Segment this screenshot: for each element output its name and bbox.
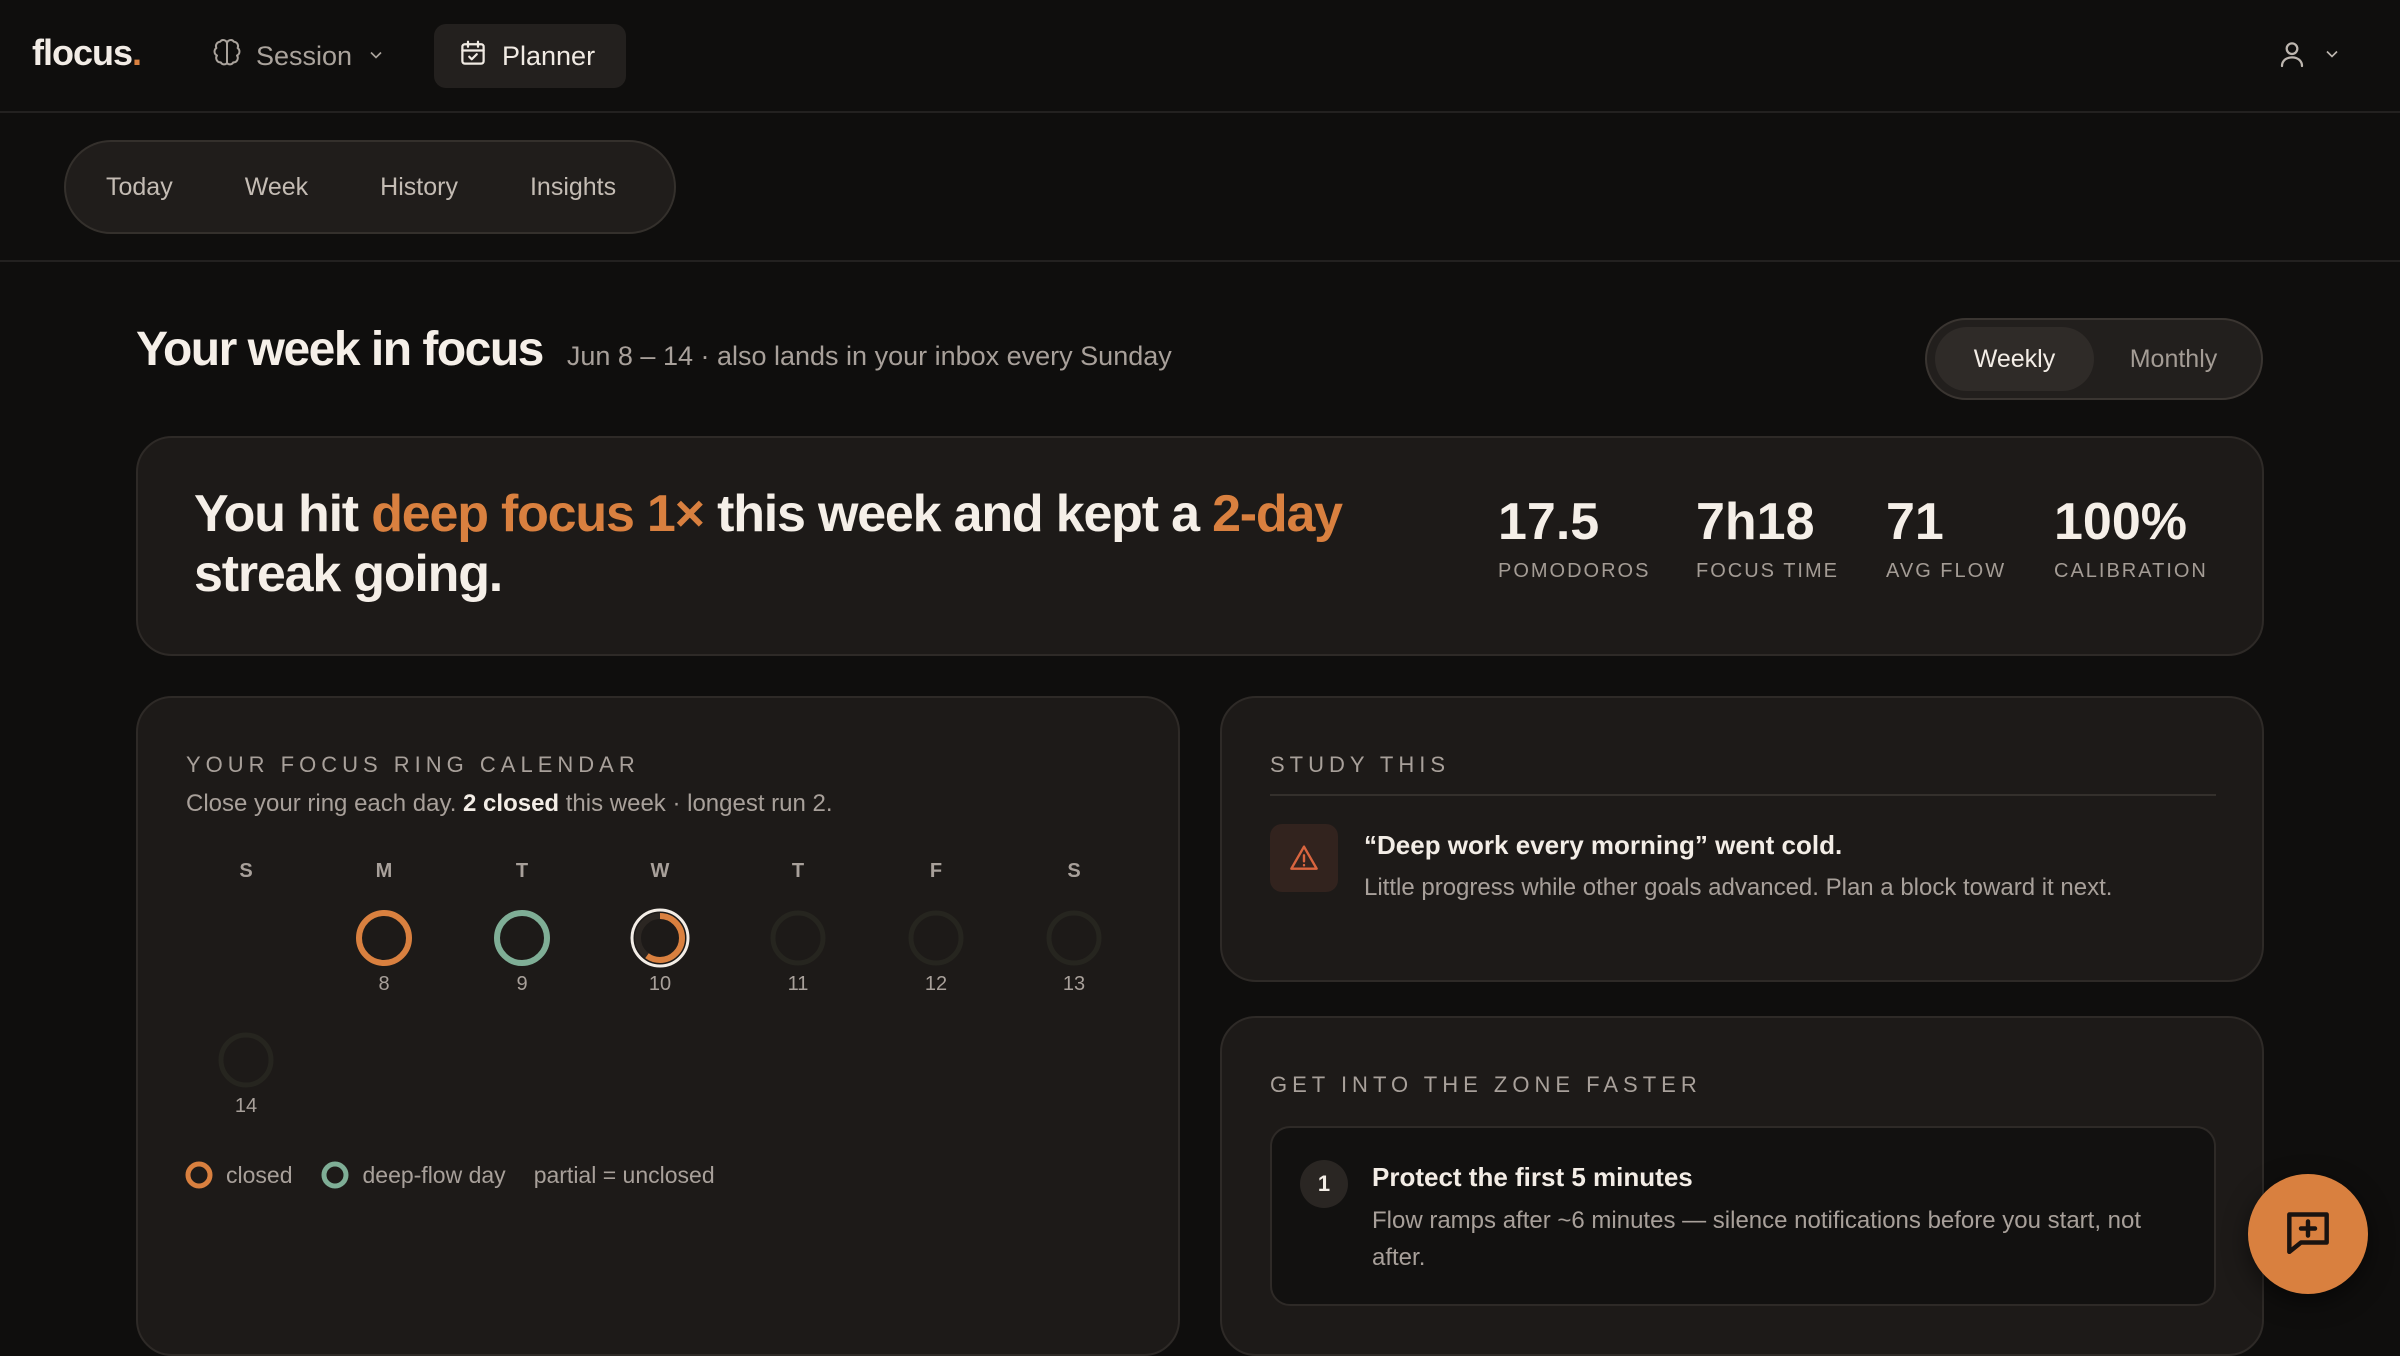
focus-ring-calendar-card: YOUR FOCUS RING CALENDAR Close your ring… [136, 696, 1180, 1356]
chevron-down-icon [2322, 44, 2342, 69]
study-item-title: “Deep work every morning” went cold. [1364, 830, 1843, 860]
planner-tabs: Today Week History Insights [64, 140, 676, 234]
sub-nav-bar: Today Week History Insights [0, 113, 2400, 262]
user-icon [2276, 38, 2308, 75]
tip-body: Flow ramps after ~6 minutes — silence no… [1372, 1207, 2142, 1271]
feedback-button[interactable] [2248, 1174, 2368, 1294]
top-bar: flocus. Session Planner [0, 0, 2400, 113]
weekday-label: W [650, 860, 670, 882]
tab-week[interactable]: Week [245, 173, 308, 202]
day-ring[interactable]: 11 [768, 908, 828, 996]
legend-closed-swatch [185, 1161, 213, 1189]
stat-focus-time: 7h18 FOCUS TIME [1696, 493, 1839, 582]
ring-empty [770, 910, 826, 966]
ring-empty [1046, 910, 1102, 966]
weekday-label: M [375, 860, 393, 882]
legend-partial: partial = unclosed [533, 1161, 715, 1188]
zone-tips-card: GET INTO THE ZONE FASTER 1 Protect the f… [1220, 1016, 2264, 1356]
ring-empty [218, 1032, 274, 1088]
ring-calendar-title: YOUR FOCUS RING CALENDAR [186, 752, 640, 777]
weekday-label: T [515, 860, 529, 882]
study-item-body: Little progress while other goals advanc… [1364, 874, 2113, 901]
planner-label: Planner [502, 40, 596, 71]
ring-legend: closed deep-flow day partial = unclosed [184, 1160, 743, 1190]
page-subtitle: Jun 8 – 14 · also lands in your inbox ev… [566, 341, 1172, 371]
study-this-card: STUDY THIS “Deep work every morning” wen… [1220, 696, 2264, 982]
weekday-label: S [239, 860, 253, 882]
divider [1270, 794, 2216, 796]
ring-today-partial [630, 908, 690, 968]
period-weekly[interactable]: Weekly [1935, 327, 2094, 391]
ring-deep-flow [494, 910, 550, 966]
weekday-label: T [791, 860, 805, 882]
stat-avg-flow: 71 AVG FLOW [1886, 493, 2007, 582]
weekly-summary-card: You hit deep focus 1× this week and kept… [136, 436, 2264, 656]
ring-closed [356, 910, 412, 966]
summary-headline: You hit deep focus 1× this week and kept… [194, 485, 1343, 603]
weekday-label: F [929, 860, 943, 882]
weekday-label: S [1067, 860, 1081, 882]
session-menu[interactable]: Session [212, 32, 386, 80]
chat-plus-icon [2280, 1204, 2336, 1265]
tip-item: 1 Protect the first 5 minutes Flow ramps… [1270, 1126, 2216, 1306]
zone-title: GET INTO THE ZONE FASTER [1270, 1072, 1702, 1097]
period-toggle: Weekly Monthly [1925, 318, 2263, 400]
legend-deep-flow: deep-flow day [320, 1160, 506, 1190]
tab-history[interactable]: History [380, 173, 458, 202]
page-heading: Your week in focus Jun 8 – 14 · also lan… [136, 322, 1172, 377]
day-ring[interactable]: 9 [492, 908, 552, 996]
day-ring[interactable]: 8 [354, 908, 414, 996]
stat-calibration: 100% CALIBRATION [2054, 493, 2208, 582]
session-label: Session [256, 40, 353, 71]
ring-empty [908, 910, 964, 966]
planner-button[interactable]: Planner [434, 24, 626, 88]
brain-icon [212, 38, 242, 75]
tip-number: 1 [1300, 1160, 1348, 1208]
legend-deep-flow-swatch [321, 1161, 349, 1189]
chevron-down-icon [366, 41, 386, 72]
tab-today[interactable]: Today [106, 173, 173, 202]
day-ring[interactable]: 14 [216, 1030, 276, 1118]
logo[interactable]: flocus. [32, 32, 142, 74]
tip-title: Protect the first 5 minutes [1372, 1162, 1693, 1192]
ring-calendar-description: Close your ring each day. 2 closed this … [186, 790, 833, 817]
tab-insights[interactable]: Insights [530, 173, 616, 202]
stat-pomodoros: 17.5 POMODOROS [1498, 493, 1651, 582]
day-ring[interactable]: 12 [906, 908, 966, 996]
day-ring[interactable]: 10 [630, 908, 690, 996]
user-menu[interactable] [2276, 34, 2342, 78]
study-title: STUDY THIS [1270, 752, 1450, 777]
warning-icon [1270, 824, 1338, 892]
page-title: Your week in focus [136, 323, 544, 376]
day-ring[interactable]: 13 [1044, 908, 1104, 996]
calendar-check-icon [458, 38, 488, 75]
legend-closed: closed [184, 1160, 292, 1190]
period-monthly[interactable]: Monthly [2094, 345, 2253, 374]
